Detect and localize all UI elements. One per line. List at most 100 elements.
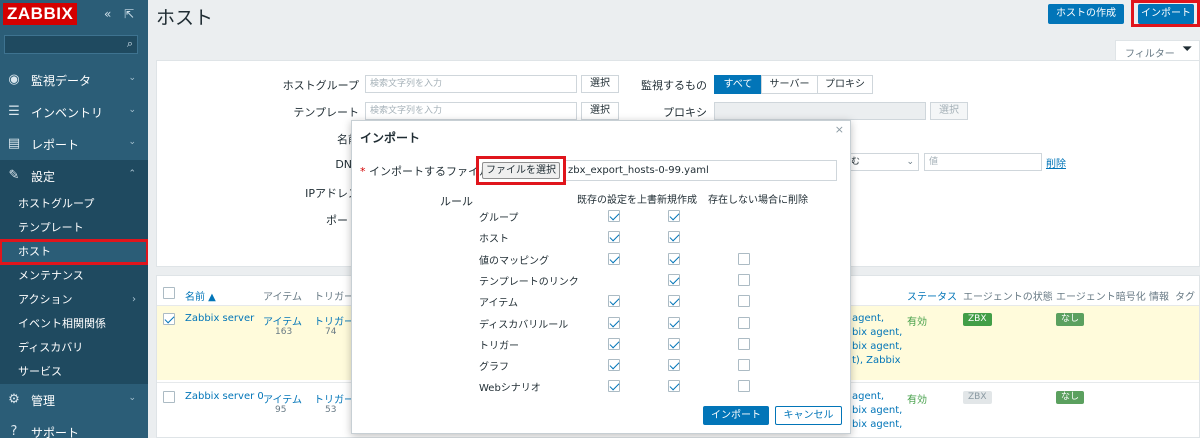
interfaces-cell: agent, bix agent, bix agent, t), Zabbix bbox=[852, 312, 902, 368]
rule-update-checkbox[interactable] bbox=[608, 253, 620, 265]
menu-item-label: 設定 bbox=[31, 170, 56, 184]
rule-update-checkbox[interactable] bbox=[608, 359, 620, 371]
port-label: ポート bbox=[326, 214, 359, 227]
rule-delete-checkbox[interactable] bbox=[738, 253, 750, 265]
dns-label: DNS bbox=[335, 158, 359, 171]
cancel-button[interactable]: キャンセル bbox=[775, 406, 842, 425]
import-submit-button[interactable]: インポート bbox=[703, 406, 769, 425]
monitored-by-label: 監視するもの bbox=[641, 79, 707, 92]
rule-update-checkbox[interactable] bbox=[608, 338, 620, 350]
triggers-link[interactable]: トリガー bbox=[314, 391, 354, 406]
proxy-label: プロキシ bbox=[663, 106, 707, 119]
rule-delete-checkbox[interactable] bbox=[738, 380, 750, 392]
col-name[interactable]: 名前 ▲ bbox=[185, 288, 216, 303]
submenu-hosts[interactable]: ホスト bbox=[0, 239, 148, 265]
menu-item-support[interactable]: ? サポート bbox=[0, 416, 148, 438]
interface-link[interactable]: bix agent, bbox=[852, 341, 902, 352]
monitored-by-proxy[interactable]: プロキシ bbox=[817, 75, 873, 94]
rule-update-checkbox[interactable] bbox=[608, 231, 620, 243]
choose-file-button[interactable]: ファイルを選択 bbox=[482, 162, 560, 179]
logo-row: ZABBIX « ⇱ bbox=[0, 0, 148, 30]
rule-create-checkbox[interactable] bbox=[668, 338, 680, 350]
rule-create-checkbox[interactable] bbox=[668, 317, 680, 329]
search-icon[interactable]: ⌕ bbox=[127, 37, 133, 51]
submenu-discovery[interactable]: ディスカバリ bbox=[0, 336, 148, 360]
template-input[interactable]: 検索文字列を入力 bbox=[365, 102, 577, 120]
filter-tab-label: フィルター bbox=[1125, 49, 1175, 60]
rule-create-checkbox[interactable] bbox=[668, 253, 680, 265]
submenu-actions[interactable]: アクション › bbox=[0, 288, 148, 312]
status-link[interactable]: 有効 bbox=[907, 391, 927, 406]
host-name-link[interactable]: Zabbix server bbox=[185, 313, 254, 324]
items-link[interactable]: アイテム bbox=[263, 313, 302, 328]
col-items: アイテム bbox=[263, 292, 302, 303]
items-link[interactable]: アイテム bbox=[263, 391, 302, 406]
row-checkbox[interactable] bbox=[163, 313, 175, 325]
template-select-button[interactable]: 選択 bbox=[581, 102, 619, 120]
collapse-sidebar-icon[interactable]: « bbox=[104, 7, 111, 21]
chevron-down-icon: ⌄ bbox=[128, 73, 136, 83]
menu-item-monitoring[interactable]: ◉ 監視データ ⌄ bbox=[0, 64, 148, 96]
menu-item-administration[interactable]: ⚙ 管理 ⌄ bbox=[0, 384, 148, 416]
expand-sidebar-icon[interactable]: ⇱ bbox=[124, 7, 134, 21]
chevron-down-icon: ⌄ bbox=[906, 157, 914, 167]
rule-delete-checkbox[interactable] bbox=[738, 274, 750, 286]
rule-create-checkbox[interactable] bbox=[668, 210, 680, 222]
menu-item-configuration[interactable]: ✎ 設定 ⌃ bbox=[0, 160, 148, 192]
status-link[interactable]: 有効 bbox=[907, 313, 927, 328]
menu-item-inventory[interactable]: ☰ インベントリ ⌄ bbox=[0, 96, 148, 128]
rule-create-checkbox[interactable] bbox=[668, 380, 680, 392]
submenu-maintenance[interactable]: メンテナンス bbox=[0, 264, 148, 288]
rule-update-checkbox[interactable] bbox=[608, 380, 620, 392]
rule-delete-checkbox[interactable] bbox=[738, 295, 750, 307]
host-group-input[interactable]: 検索文字列を入力 bbox=[365, 75, 577, 93]
chevron-down-icon: ⌄ bbox=[128, 137, 136, 147]
tag-value-input[interactable]: 値 bbox=[924, 153, 1042, 171]
monitored-by-all[interactable]: すべて bbox=[714, 75, 762, 94]
rule-delete-checkbox[interactable] bbox=[738, 359, 750, 371]
interface-link[interactable]: bix agent, bbox=[852, 327, 902, 338]
rule-update-checkbox[interactable] bbox=[608, 295, 620, 307]
funnel-icon: ⏷ bbox=[1182, 42, 1193, 57]
rule-update-checkbox[interactable] bbox=[608, 210, 620, 222]
remove-tag-link[interactable]: 削除 bbox=[1046, 155, 1066, 170]
host-name-link[interactable]: Zabbix server 0 bbox=[185, 391, 264, 402]
rule-delete-checkbox[interactable] bbox=[738, 338, 750, 350]
create-host-button[interactable]: ホストの作成 bbox=[1048, 4, 1124, 24]
rule-create-checkbox[interactable] bbox=[668, 274, 680, 286]
menu-item-reports[interactable]: ▤ レポート ⌄ bbox=[0, 128, 148, 160]
file-label: * インポートするファイル bbox=[360, 163, 490, 179]
triggers-count: 74 bbox=[325, 327, 337, 337]
select-all-checkbox[interactable] bbox=[163, 287, 175, 299]
rule-create-checkbox[interactable] bbox=[668, 295, 680, 307]
host-group-select-button[interactable]: 選択 bbox=[581, 75, 619, 93]
chevron-down-icon: ⌄ bbox=[128, 393, 136, 403]
rule-delete-checkbox[interactable] bbox=[738, 317, 750, 329]
submenu-templates[interactable]: テンプレート bbox=[0, 216, 148, 240]
sidebar-search-input[interactable]: ⌕ bbox=[4, 35, 138, 54]
rule-update-checkbox[interactable] bbox=[608, 317, 620, 329]
interface-link[interactable]: t), Zabbix bbox=[852, 355, 901, 366]
submenu-event-correlation[interactable]: イベント相関関係 bbox=[0, 312, 148, 336]
submenu-host-groups[interactable]: ホストグループ bbox=[0, 192, 148, 216]
eye-icon: ◉ bbox=[8, 72, 20, 87]
rule-label: アイテム bbox=[479, 298, 518, 309]
rule-create-checkbox[interactable] bbox=[668, 359, 680, 371]
zabbix-logo[interactable]: ZABBIX bbox=[3, 3, 78, 25]
filter-tab[interactable]: フィルター ⏷ bbox=[1115, 40, 1200, 61]
col-status[interactable]: ステータス bbox=[907, 288, 957, 303]
close-icon[interactable]: × bbox=[835, 123, 844, 136]
triggers-link[interactable]: トリガー bbox=[314, 313, 354, 328]
interface-link[interactable]: agent, bbox=[852, 391, 884, 402]
interface-link[interactable]: bix agent, bbox=[852, 405, 902, 416]
interface-link[interactable]: bix agent, bbox=[852, 419, 902, 430]
wrench-icon: ✎ bbox=[8, 168, 20, 183]
row-checkbox[interactable] bbox=[163, 391, 175, 403]
name-label: 名前 bbox=[337, 133, 359, 146]
import-button[interactable]: インポート bbox=[1138, 4, 1194, 24]
submenu-services[interactable]: サービス bbox=[0, 360, 148, 384]
interface-link[interactable]: agent, bbox=[852, 313, 884, 324]
rule-create-checkbox[interactable] bbox=[668, 231, 680, 243]
interfaces-cell: agent, bix agent, bix agent, bbox=[852, 390, 902, 432]
monitored-by-server[interactable]: サーバー bbox=[761, 75, 818, 94]
